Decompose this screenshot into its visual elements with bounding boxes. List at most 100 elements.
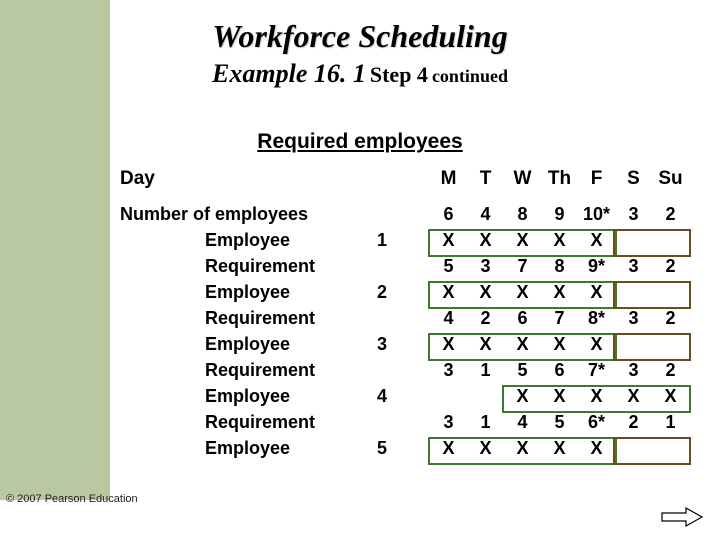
value-cell: 2 (652, 204, 689, 225)
value-cell: 3 (615, 308, 652, 329)
value-cell: 2 (467, 308, 504, 329)
table-row: Employee4XXXXX (120, 386, 700, 412)
day-header-cell: Th (541, 168, 578, 190)
value-cell: X (504, 334, 541, 355)
value-cell: X (578, 282, 615, 303)
table-row: Employee2XXXXX (120, 282, 700, 308)
value-cell: 4 (467, 204, 504, 225)
row-label: Employee (205, 334, 290, 355)
value-cell: 4 (430, 308, 467, 329)
section-label: Required employees (0, 130, 720, 154)
value-cell: X (467, 334, 504, 355)
row-cells: 53789*32 (430, 256, 689, 277)
value-cell: 2 (652, 308, 689, 329)
copyright: © 2007 Pearson Education (6, 493, 138, 505)
value-cell: X (578, 438, 615, 459)
value-cell: X (578, 230, 615, 251)
value-cell: 5 (430, 256, 467, 277)
value-cell (652, 438, 689, 459)
next-arrow-icon (660, 506, 704, 528)
value-cell: 6 (541, 360, 578, 381)
value-cell: X (430, 230, 467, 251)
value-cell (652, 334, 689, 355)
slide-title: Workforce Scheduling (0, 18, 720, 55)
employee-number: 4 (377, 386, 387, 407)
row-cells: XXXXX (430, 386, 689, 407)
step-label: Step 4 (370, 62, 428, 87)
schedule-table: Day MTWThFSSu Number of employees648910*… (120, 168, 700, 190)
value-cell: X (578, 386, 615, 407)
row-cells: XXXXX (430, 334, 689, 355)
table-row: Requirement31456*21 (120, 412, 700, 438)
value-cell: 8 (504, 204, 541, 225)
value-cell: X (467, 282, 504, 303)
row-cells: XXXXX (430, 230, 689, 251)
value-cell: 3 (615, 360, 652, 381)
value-cell: 2 (615, 412, 652, 433)
row-cells: XXXXX (430, 438, 689, 459)
value-cell: 7* (578, 360, 615, 381)
employee-number: 5 (377, 438, 387, 459)
row-label: Requirement (205, 360, 315, 381)
row-cells: 31456*21 (430, 412, 689, 433)
value-cell: X (430, 334, 467, 355)
value-cell: 3 (467, 256, 504, 277)
value-cell: 2 (652, 256, 689, 277)
value-cell: X (467, 438, 504, 459)
value-cell: 5 (541, 412, 578, 433)
value-cell: 6 (430, 204, 467, 225)
day-header-cell: Su (652, 168, 689, 190)
day-header-cell: M (430, 168, 467, 190)
value-cell: 1 (467, 412, 504, 433)
value-cell (615, 230, 652, 251)
row-cells: 648910*32 (430, 204, 689, 225)
table-row: Employee 5 XXXXX (120, 438, 700, 464)
value-cell: 7 (504, 256, 541, 277)
value-cell: 3 (430, 360, 467, 381)
title-block: Workforce Scheduling Example 16. 1 Step … (0, 0, 720, 89)
value-cell: 8* (578, 308, 615, 329)
value-cell (615, 282, 652, 303)
value-cell: 3 (615, 256, 652, 277)
example-label: Example 16. 1 (212, 59, 366, 88)
employee-number: 3 (377, 334, 387, 355)
row-label: Employee (205, 386, 290, 407)
day-header-cell: T (467, 168, 504, 190)
value-cell: 5 (504, 360, 541, 381)
value-cell (430, 386, 467, 407)
value-cell: 1 (652, 412, 689, 433)
value-cell: X (504, 438, 541, 459)
table-row: Requirement 42678*32 (120, 308, 700, 334)
value-cell: X (541, 230, 578, 251)
row-cells: 31567*32 (430, 360, 689, 381)
value-cell: X (652, 386, 689, 407)
table-body: Number of employees648910*32Employee1XXX… (120, 204, 700, 464)
slide-subtitle: Example 16. 1 Step 4 continued (0, 59, 720, 89)
row-label: Requirement (205, 256, 315, 277)
value-cell: 2 (652, 360, 689, 381)
table-row: Employee 3 XXXXX (120, 334, 700, 360)
row-label: Number of employees (120, 204, 365, 225)
value-cell (615, 334, 652, 355)
value-cell: 4 (504, 412, 541, 433)
value-cell: X (541, 334, 578, 355)
row-cells: XXXXX (430, 282, 689, 303)
value-cell: 10* (578, 204, 615, 225)
table-row: Employee1XXXXX (120, 230, 700, 256)
row-label: Requirement (205, 308, 315, 329)
value-cell: X (504, 230, 541, 251)
row-cells: 42678*32 (430, 308, 689, 329)
row-label: Employee (205, 438, 290, 459)
value-cell: 6 (504, 308, 541, 329)
employee-number: 2 (377, 282, 387, 303)
day-header-cell: F (578, 168, 615, 190)
day-headers: MTWThFSSu (430, 168, 689, 190)
value-cell: 9* (578, 256, 615, 277)
value-cell: 1 (467, 360, 504, 381)
value-cell: X (541, 282, 578, 303)
row-label: Employee (205, 230, 290, 251)
value-cell: X (504, 386, 541, 407)
value-cell: 6* (578, 412, 615, 433)
value-cell: 3 (615, 204, 652, 225)
value-cell: X (467, 230, 504, 251)
